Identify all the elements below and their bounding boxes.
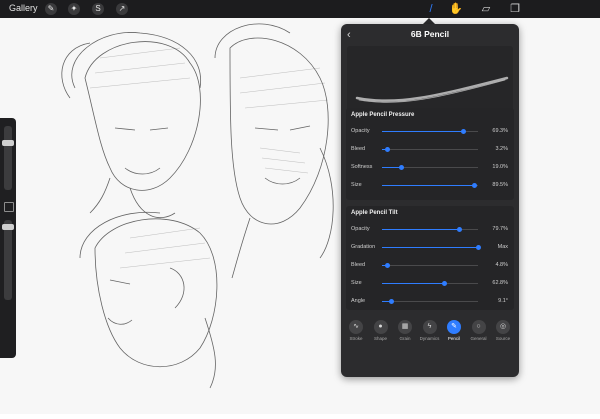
slider-thumb[interactable]: [442, 281, 448, 286]
tab-stroke[interactable]: ∿ Stroke: [345, 320, 367, 341]
brush-opacity-thumb[interactable]: [2, 224, 14, 230]
tab-label: Grain: [399, 336, 411, 341]
tab-source[interactable]: ◎ Source: [492, 320, 514, 341]
source-icon: ◎: [496, 320, 510, 334]
slider-track[interactable]: [382, 299, 478, 304]
slider-thumb[interactable]: [388, 299, 394, 304]
brush-size-thumb[interactable]: [2, 140, 14, 146]
slider-value: 69.3%: [492, 128, 508, 134]
tab-label: Source: [495, 336, 511, 341]
slider-label: Size: [351, 280, 362, 286]
magic-wand-icon[interactable]: ✦: [68, 3, 80, 15]
slider-track[interactable]: [382, 147, 478, 152]
tab-pencil[interactable]: ✎ Pencil: [443, 320, 465, 341]
slider-row-bleed: Bleed 4.8%: [346, 260, 514, 272]
slider-thumb[interactable]: [399, 165, 405, 170]
slider-thumb[interactable]: [456, 227, 462, 232]
shape-icon: ●: [373, 320, 388, 334]
selection-icon[interactable]: S: [92, 3, 104, 15]
panel-title: 6B Pencil: [410, 29, 450, 39]
slider-value: 9.1°: [498, 298, 508, 304]
slider-row-gradation: Gradation Max: [346, 242, 514, 254]
slider-fill: [382, 229, 459, 230]
brush-opacity-slider[interactable]: [2, 220, 14, 300]
brush-size-slider[interactable]: [2, 126, 14, 190]
pencil-icon: ✎: [447, 320, 461, 334]
slider-label: Bleed: [351, 262, 366, 268]
stroke-icon: ∿: [349, 320, 363, 334]
slider-label: Opacity: [351, 226, 370, 232]
slider-value: 19.0%: [492, 164, 508, 170]
slider-thumb[interactable]: [476, 245, 481, 250]
slider-label: Gradation: [351, 244, 376, 250]
slider-track[interactable]: [382, 245, 481, 250]
slider-thumb[interactable]: [384, 147, 390, 152]
gallery-button[interactable]: Gallery: [9, 3, 38, 13]
slider-label: Size: [351, 182, 362, 188]
tilt-section: Apple Pencil Tilt Opacity 79.7% Gradation M…: [346, 206, 514, 310]
slider-thumb[interactable]: [384, 263, 390, 268]
slider-track[interactable]: [382, 227, 478, 232]
general-icon: ○: [471, 320, 486, 334]
slider-row-size: Size 62.8%: [346, 278, 514, 290]
slider-label: Softness: [351, 164, 373, 170]
tab-dynamics[interactable]: ϟ Dynamics: [419, 320, 441, 341]
slider-value: 89.5%: [492, 182, 508, 188]
tab-general[interactable]: ○ General: [468, 320, 490, 341]
tab-label: Stroke: [349, 336, 363, 341]
eraser-icon[interactable]: ▱: [478, 1, 494, 17]
grain-icon: ▦: [398, 320, 412, 334]
slider-value: 62.8%: [492, 280, 508, 286]
smudge-icon[interactable]: ✋: [448, 1, 464, 17]
left-sidebar: [0, 118, 16, 358]
tab-label: Pencil: [447, 336, 461, 341]
pressure-section: Apple Pencil Pressure Opacity 69.3% Bleed 3…: [346, 108, 514, 200]
brush-settings-tabs: ∿ Stroke ● Shape ▦ Grain ϟ Dynamics ✎ Pencil ○ Gene…: [341, 316, 519, 376]
slider-track[interactable]: [382, 165, 478, 170]
brush-studio-panel: ‹ 6B Pencil Apple Pencil Pressure Opacit…: [341, 24, 519, 377]
slider-label: Angle: [351, 298, 366, 304]
tab-grain[interactable]: ▦ Grain: [394, 320, 416, 341]
slider-track[interactable]: [382, 263, 478, 268]
top-toolbar: Gallery ✎ ✦ S ↗ / ✋ ▱ ❐: [0, 0, 600, 18]
tab-shape[interactable]: ● Shape: [370, 320, 392, 341]
dynamics-icon: ϟ: [422, 320, 437, 334]
tab-label: Dynamics: [419, 336, 440, 341]
slider-row-softness: Softness 19.0%: [346, 162, 514, 174]
slider-fill: [382, 247, 478, 248]
tab-label: Shape: [373, 336, 387, 341]
slider-row-opacity: Opacity 69.3%: [346, 126, 514, 138]
slider-track[interactable]: [382, 183, 478, 188]
layers-icon[interactable]: ❐: [507, 1, 523, 17]
tab-label: General: [470, 336, 487, 341]
slider-thumb[interactable]: [460, 129, 466, 134]
wrench-icon[interactable]: ✎: [45, 3, 57, 15]
slider-track[interactable]: [382, 129, 478, 134]
slider-label: Bleed: [351, 146, 366, 152]
slider-fill: [382, 185, 475, 186]
transform-icon[interactable]: ↗: [116, 3, 128, 15]
slider-track[interactable]: [382, 281, 478, 286]
slider-label: Opacity: [351, 128, 370, 134]
slider-fill: [382, 131, 463, 132]
slider-value: 4.8%: [495, 262, 508, 268]
tilt-section-title: Apple Pencil Tilt: [351, 210, 398, 216]
slider-thumb[interactable]: [472, 183, 478, 188]
slider-value: 79.7%: [492, 226, 508, 232]
modify-button[interactable]: [4, 202, 14, 212]
brush-icon[interactable]: /: [423, 1, 439, 17]
slider-value: 3.2%: [495, 146, 508, 152]
slider-value: Max: [497, 244, 508, 250]
slider-row-bleed: Bleed 3.2%: [346, 144, 514, 156]
slider-row-opacity: Opacity 79.7%: [346, 224, 514, 236]
slider-fill: [382, 283, 445, 284]
pressure-section-title: Apple Pencil Pressure: [351, 112, 415, 118]
slider-row-size: Size 89.5%: [346, 180, 514, 192]
slider-row-angle: Angle 9.1°: [346, 296, 514, 308]
